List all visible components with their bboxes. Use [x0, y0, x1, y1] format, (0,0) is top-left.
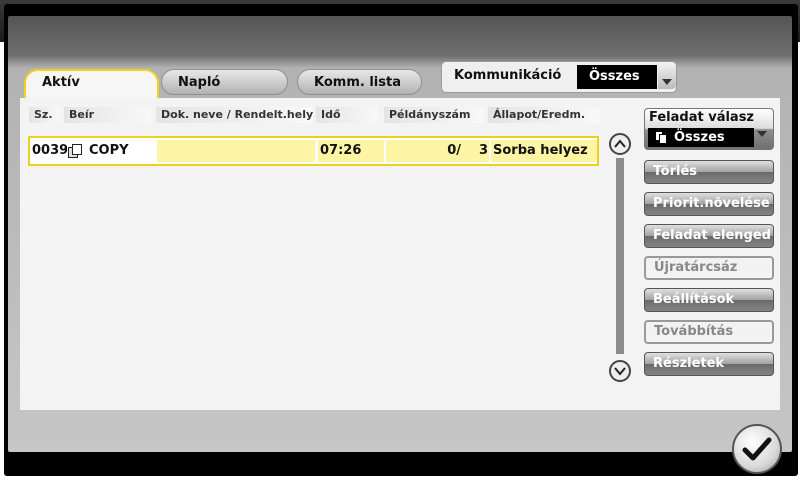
communication-dropdown-button[interactable]	[658, 65, 676, 89]
job-name-cell: COPY	[67, 140, 155, 162]
communication-value[interactable]: Összes	[577, 65, 657, 89]
column-header-copies: Példányszám	[384, 107, 484, 123]
job-time: 07:26	[318, 140, 384, 162]
job-select-value-text: Összes	[674, 130, 725, 145]
copies-icon	[655, 131, 669, 144]
column-header-document: Dok. neve / Rendelt.hely	[156, 107, 313, 123]
job-select[interactable]: Feladat válasz Összes	[644, 108, 774, 150]
scroll-down-button[interactable]	[609, 360, 631, 382]
job-name: COPY	[89, 143, 129, 158]
release-job-button[interactable]: Feladat elenged	[644, 224, 774, 248]
chevron-up-icon	[614, 139, 626, 148]
tab-active[interactable]: Aktív	[24, 69, 159, 101]
details-button[interactable]: Részletek	[644, 352, 774, 376]
copy-job-icon	[68, 144, 83, 158]
tab-log[interactable]: Napló	[161, 69, 288, 95]
job-number: 0039	[32, 140, 68, 162]
column-header-number: Sz.	[29, 107, 60, 123]
job-copies-done: 0/	[447, 143, 461, 158]
ok-button[interactable]	[732, 424, 782, 474]
tab-log-label: Napló	[178, 75, 221, 90]
scroll-track[interactable]	[616, 158, 624, 354]
communication-select[interactable]: Kommunikáció Összes	[441, 61, 677, 93]
job-document	[157, 140, 315, 162]
chevron-down-icon	[662, 79, 672, 85]
chevron-down-icon	[757, 131, 767, 137]
chevron-down-icon	[614, 367, 626, 376]
checkmark-icon	[742, 437, 772, 461]
job-select-label: Feladat válasz	[649, 110, 754, 125]
forward-button[interactable]: Továbbítás	[644, 320, 774, 344]
job-row[interactable]: 0039 COPY 07:26 0/ 3 Sorba helyez	[28, 136, 599, 166]
column-header-time: Idő	[316, 107, 378, 123]
job-select-value[interactable]: Összes	[648, 128, 754, 147]
column-header-status: Állapot/Eredm.	[488, 107, 600, 123]
increase-priority-button[interactable]: Priorit.növelése	[644, 192, 774, 216]
column-header-type: Beír	[64, 107, 151, 123]
scroll-up-button[interactable]	[609, 133, 631, 155]
job-status: Sorba helyez	[491, 140, 597, 162]
settings-button[interactable]: Beállítások	[644, 288, 774, 312]
redial-button[interactable]: Újratárcsáz	[644, 256, 774, 280]
communication-label: Kommunikáció	[454, 68, 562, 83]
job-copies-total: 3	[478, 143, 488, 158]
tab-comm-list-label: Komm. lista	[314, 75, 401, 90]
tab-comm-list[interactable]: Komm. lista	[297, 69, 422, 95]
delete-button[interactable]: Törlés	[644, 160, 774, 184]
tab-active-label: Aktív	[42, 75, 80, 90]
